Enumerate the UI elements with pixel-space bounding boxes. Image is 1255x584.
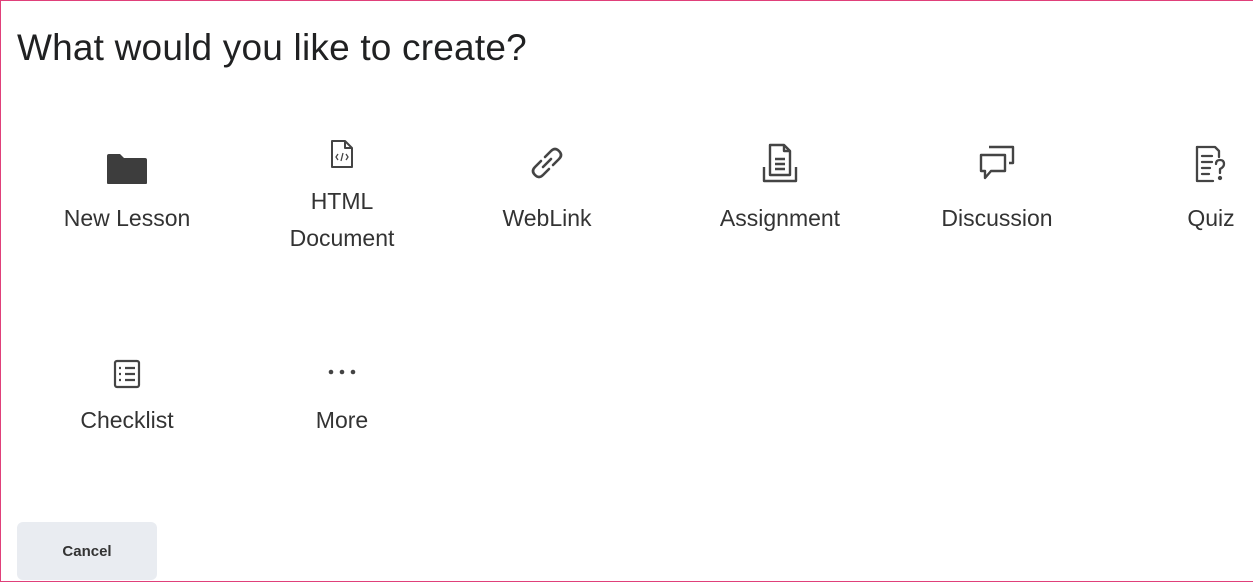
dialog-title: What would you like to create? xyxy=(17,27,527,68)
folder-icon xyxy=(106,153,148,190)
option-label: Quiz xyxy=(1187,205,1235,231)
quiz-icon xyxy=(1189,141,1233,190)
option-weblink[interactable]: WebLink xyxy=(462,141,632,251)
assignment-icon xyxy=(760,141,800,190)
option-quiz[interactable]: Quiz xyxy=(1126,141,1255,251)
option-label: Discussion xyxy=(941,205,1053,231)
option-new-lesson[interactable]: New Lesson xyxy=(42,141,212,251)
option-label: New Lesson xyxy=(63,205,191,231)
create-dialog: What would you like to create? New Lesso… xyxy=(0,0,1253,582)
option-label-line1: HTML xyxy=(310,188,374,214)
option-discussion[interactable]: Discussion xyxy=(912,141,1082,251)
more-icon xyxy=(322,364,362,385)
option-label: Assignment xyxy=(719,205,841,231)
discussion-icon xyxy=(975,141,1019,190)
option-label: More xyxy=(315,407,369,433)
option-assignment[interactable]: Assignment xyxy=(695,141,865,251)
option-more[interactable]: More xyxy=(257,356,427,446)
link-icon xyxy=(525,141,569,190)
option-label: Checklist xyxy=(80,407,174,433)
option-html-document[interactable]: HTML Document xyxy=(257,131,427,261)
html-document-icon xyxy=(330,139,354,174)
option-label-line2: Document xyxy=(289,225,395,251)
checklist-icon xyxy=(109,356,145,397)
option-checklist[interactable]: Checklist xyxy=(42,356,212,446)
cancel-button[interactable]: Cancel xyxy=(17,522,157,580)
option-label: WebLink xyxy=(502,205,592,231)
